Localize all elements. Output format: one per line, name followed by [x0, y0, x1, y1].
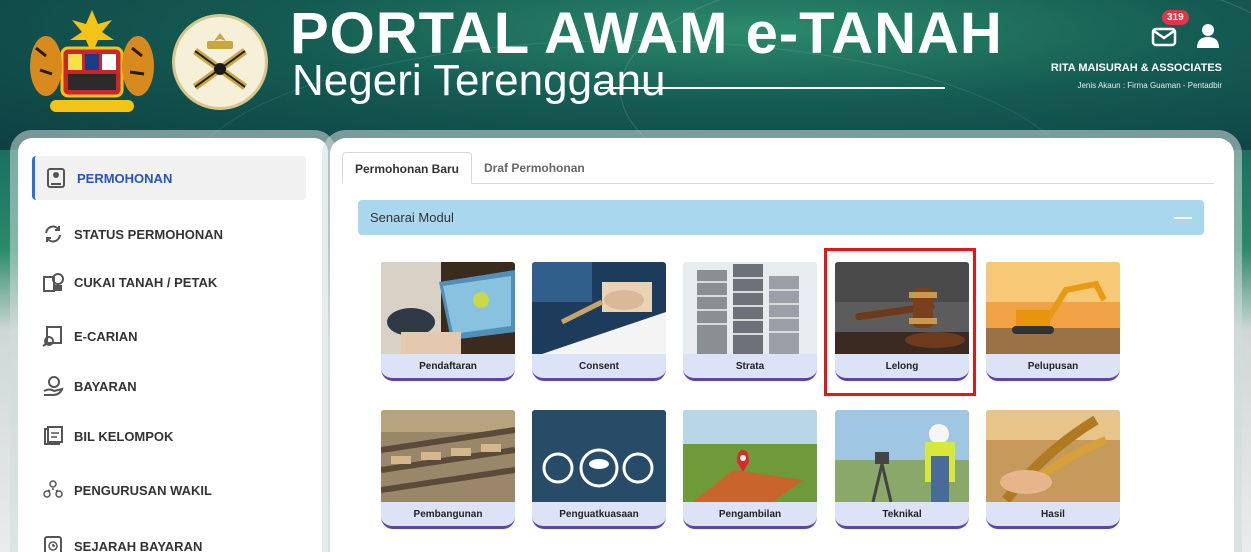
portal-subtitle: Negeri Terengganu	[292, 56, 666, 105]
signing-document-image	[532, 262, 666, 354]
sidebar-item-sejarah-bayaran[interactable]: SEJARAH BAYARAN	[32, 524, 312, 552]
rice-grain-image	[986, 410, 1120, 502]
terengganu-state-crest-logo	[170, 12, 270, 112]
account-type: Jenis Akaun : Firma Guaman - Pentadbir	[1077, 81, 1222, 90]
module-card-pendaftaran[interactable]: Pendaftaran	[381, 262, 515, 384]
module-card-label: Teknikal	[835, 502, 969, 529]
module-card-strata[interactable]: Strata	[683, 262, 817, 384]
agents-icon	[42, 479, 64, 501]
sidebar-item-pengurusan-wakil[interactable]: PENGURUSAN WAKIL	[32, 468, 312, 512]
sidebar-item-permohonan[interactable]: PERMOHONAN	[32, 156, 306, 200]
search-document-icon	[42, 325, 64, 347]
module-card-teknikal[interactable]: Teknikal	[835, 410, 969, 532]
surveyor-image	[835, 410, 969, 502]
envelope-icon[interactable]: 319	[1150, 10, 1189, 50]
module-card-hasil[interactable]: Hasil	[986, 410, 1120, 532]
module-card-pengambilan[interactable]: Pengambilan	[683, 410, 817, 532]
module-card-label: Pendaftaran	[381, 354, 515, 381]
module-card-label: Consent	[532, 354, 666, 381]
user-icon[interactable]	[1194, 22, 1222, 50]
module-list-header: Senarai Modul —	[358, 200, 1204, 235]
sidebar-item-cukai-tanah[interactable]: CUKAI TANAH / PETAK	[32, 260, 312, 304]
highrise-building-image	[683, 262, 817, 354]
refresh-icon	[42, 223, 64, 245]
module-card-label: Strata	[683, 354, 817, 381]
sidebar-item-label: E-CARIAN	[74, 328, 138, 344]
sidebar-item-status-permohonan[interactable]: STATUS PERMOHONAN	[32, 212, 312, 256]
header-banner: PORTAL AWAM e-TANAH Negeri Terengganu 31…	[0, 0, 1251, 150]
sidebar-item-bil-kelompok[interactable]: BIL KELOMPOK	[32, 414, 312, 458]
module-card-label: Penguatkuasaan	[532, 502, 666, 529]
sidebar-item-bayaran[interactable]: BAYARAN	[32, 364, 312, 408]
tab-bar: Permohonan Baru Draf Permohonan	[342, 152, 1214, 184]
user-firm-name: RITA MAISURAH & ASSOCIATES	[1050, 62, 1222, 74]
module-card-label: Pembangunan	[381, 502, 515, 529]
module-card-pelupusan[interactable]: Pelupusan	[986, 262, 1120, 384]
selection-highlight-box	[824, 248, 976, 396]
sidebar-item-label: STATUS PERMOHONAN	[74, 226, 224, 242]
excavator-image	[986, 262, 1120, 354]
sidebar-item-label: BIL KELOMPOK	[74, 428, 174, 444]
payment-hand-icon	[42, 375, 64, 397]
registration-laptop-image	[381, 262, 515, 354]
sidebar-item-label: SEJARAH BAYARAN	[74, 538, 203, 552]
sidebar-item-e-carian[interactable]: E-CARIAN	[32, 314, 312, 358]
module-card-label: Pelupusan	[986, 354, 1120, 381]
module-card-penguatkuasaan[interactable]: Penguatkuasaan	[532, 410, 666, 532]
module-card-label: Hasil	[986, 502, 1120, 529]
notification-badge: 319	[1162, 10, 1189, 25]
header-icons: 319	[1150, 10, 1222, 50]
malaysia-coat-of-arms-logo	[28, 8, 156, 116]
module-card-label: Pengambilan	[683, 502, 817, 529]
tab-draf-permohonan[interactable]: Draf Permohonan	[472, 152, 597, 184]
sidebar-item-label: CUKAI TANAH / PETAK	[74, 274, 218, 290]
sidebar-item-label: BAYARAN	[74, 378, 137, 394]
title-underline	[600, 87, 945, 89]
history-icon	[42, 535, 64, 552]
module-card-pembangunan[interactable]: Pembangunan	[381, 410, 515, 532]
application-form-icon	[45, 167, 67, 189]
bill-icon	[42, 425, 64, 447]
tab-permohonan-baru[interactable]: Permohonan Baru	[342, 152, 473, 184]
land-pin-image	[683, 410, 817, 502]
sidebar-item-label: PENGURUSAN WAKIL	[74, 482, 212, 498]
housing-development-image	[381, 410, 515, 502]
sidebar-nav: PERMOHONAN STATUS PERMOHONAN CUKAI TANAH…	[18, 138, 328, 552]
sidebar-item-label: PERMOHONAN	[77, 170, 173, 186]
enforcement-icons-image	[532, 410, 666, 502]
module-list-title: Senarai Modul	[370, 210, 454, 225]
module-card-consent[interactable]: Consent	[532, 262, 666, 384]
collapse-toggle[interactable]: —	[1174, 207, 1192, 228]
tax-building-icon	[42, 271, 64, 293]
